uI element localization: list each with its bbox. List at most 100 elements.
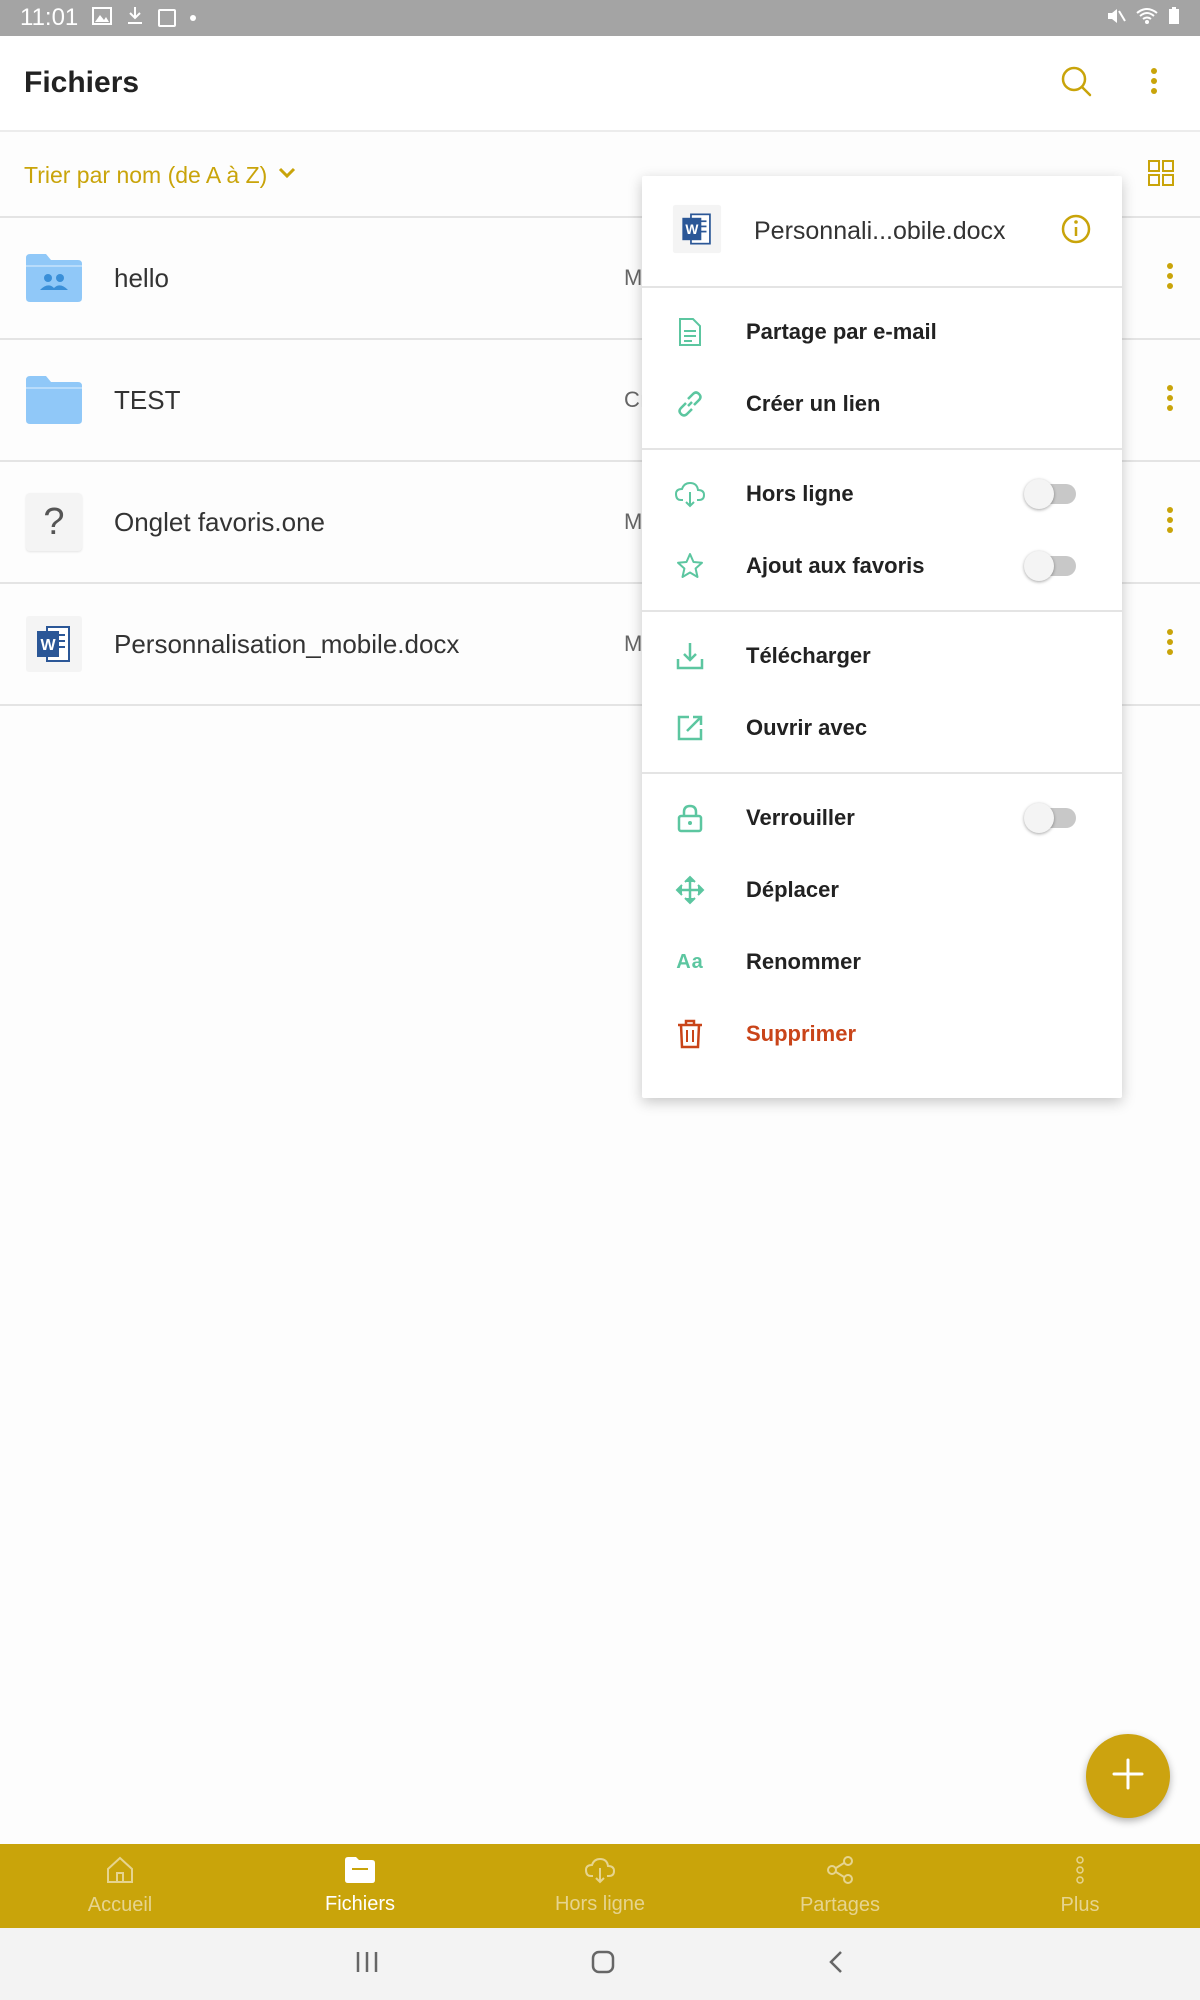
menu-item-delete[interactable]: Supprimer (642, 998, 1122, 1070)
app-notification-icon (158, 9, 177, 27)
lock-toggle[interactable] (1024, 803, 1076, 833)
gallery-notification-icon (92, 4, 113, 32)
menu-item-open-with[interactable]: Ouvrir avec (642, 692, 1122, 764)
app-bar: Fichiers (0, 36, 1200, 132)
file-context-menu: W Personnali...obile.docx Partage par e-… (642, 176, 1122, 1098)
search-icon (1060, 65, 1092, 102)
offline-toggle[interactable] (1024, 479, 1076, 509)
menu-item-offline[interactable]: Hors ligne (642, 458, 1122, 530)
page-title: Fichiers (24, 66, 140, 99)
menu-item-lock[interactable]: Verrouiller (642, 782, 1122, 854)
menu-item-label: Verrouiller (746, 805, 855, 830)
file-meta: M (624, 265, 643, 290)
unknown-file-icon: ? (24, 492, 84, 552)
word-doc-icon: W (672, 204, 722, 259)
nav-item-shares[interactable]: Partages (720, 1844, 960, 1928)
menu-item-label: Hors ligne (746, 481, 854, 506)
menu-item-label: Créer un lien (746, 391, 881, 416)
file-name: hello (114, 262, 169, 293)
add-button[interactable] (1086, 1734, 1170, 1818)
download-icon (674, 640, 706, 672)
menu-item-label: Ouvrir avec (746, 715, 868, 740)
file-name: TEST (114, 384, 181, 415)
rename-glyph: Aa (676, 950, 704, 973)
menu-section-toggles: Hors ligne Ajout aux favoris (642, 450, 1122, 612)
unknown-file-glyph: ? (26, 493, 82, 551)
mute-icon (1106, 4, 1126, 32)
nav-item-more[interactable]: Plus (960, 1844, 1200, 1928)
shared-folder-icon (24, 248, 84, 308)
share-icon (825, 1855, 855, 1890)
status-bar: 11:01 (0, 0, 1200, 36)
menu-item-move[interactable]: Déplacer (642, 854, 1122, 926)
info-icon[interactable] (1060, 213, 1092, 250)
svg-text:W: W (685, 222, 698, 237)
svg-text:W: W (40, 637, 56, 654)
nav-label: Hors ligne (554, 1893, 646, 1915)
menu-item-label: Renommer (746, 949, 861, 974)
notification-icons (92, 4, 197, 32)
more-vertical-icon[interactable] (1166, 506, 1174, 538)
menu-section-manage: Verrouiller Déplacer Aa Renommer Supprim… (642, 774, 1122, 1078)
link-icon (674, 388, 706, 420)
rename-icon: Aa (674, 946, 706, 978)
chevron-down-icon[interactable] (277, 166, 297, 185)
nav-label: Accueil (87, 1894, 153, 1916)
nav-item-home[interactable]: Accueil (0, 1844, 240, 1928)
wifi-icon (1136, 4, 1158, 32)
offline-cloud-icon (584, 1856, 616, 1889)
nav-label: Plus (1060, 1894, 1100, 1916)
menu-section-share: Partage par e-mail Créer un lien (642, 288, 1122, 450)
menu-item-label: Partage par e-mail (746, 319, 937, 344)
bottom-navigation: Accueil Fichiers Hors ligne Partages Plu… (0, 1844, 1200, 1928)
home-button-icon[interactable] (590, 1949, 616, 1980)
menu-item-email-share[interactable]: Partage par e-mail (642, 296, 1122, 368)
menu-section-file-actions: Télécharger Ouvrir avec (642, 612, 1122, 774)
system-navigation-bar (0, 1928, 1200, 2000)
overflow-menu-button[interactable] (1132, 61, 1176, 105)
files-folder-icon (344, 1856, 376, 1889)
star-icon (674, 550, 706, 582)
download-notification-icon (126, 4, 144, 32)
menu-item-label: Supprimer (746, 1021, 857, 1046)
word-doc-icon: W (24, 614, 84, 674)
favorites-toggle[interactable] (1024, 551, 1076, 581)
grid-view-icon[interactable] (1148, 159, 1174, 191)
battery-icon (1168, 4, 1180, 32)
menu-item-label: Ajout aux favoris (746, 553, 925, 578)
file-meta: M (624, 509, 643, 534)
nav-item-files[interactable]: Fichiers (240, 1844, 480, 1928)
menu-header: W Personnali...obile.docx (642, 176, 1122, 288)
plus-icon (1111, 1757, 1145, 1796)
menu-item-rename[interactable]: Aa Renommer (642, 926, 1122, 998)
file-name: Personnalisation_mobile.docx (114, 628, 460, 659)
search-button[interactable] (1054, 61, 1098, 105)
more-vertical-icon (1150, 67, 1158, 99)
more-vertical-icon[interactable] (1166, 384, 1174, 416)
nav-label: Fichiers (324, 1893, 395, 1915)
open-external-icon (674, 712, 706, 744)
cloud-download-icon (674, 478, 706, 510)
file-meta: M (624, 631, 643, 656)
nav-item-offline[interactable]: Hors ligne (480, 1844, 720, 1928)
trash-icon (674, 1018, 706, 1050)
menu-item-label: Déplacer (746, 877, 839, 902)
email-document-icon (674, 316, 706, 348)
status-time: 11:01 (20, 4, 79, 31)
folder-icon (24, 370, 84, 430)
nav-label: Partages (799, 1894, 881, 1916)
more-vertical-icon[interactable] (1166, 628, 1174, 660)
recent-apps-icon[interactable] (354, 1950, 380, 1979)
menu-item-label: Télécharger (746, 643, 871, 668)
menu-item-create-link[interactable]: Créer un lien (642, 368, 1122, 440)
lock-icon (674, 802, 706, 834)
move-icon (674, 874, 706, 906)
more-vertical-icon[interactable] (1166, 262, 1174, 294)
menu-item-download[interactable]: Télécharger (642, 620, 1122, 692)
menu-file-name: Personnali...obile.docx (754, 216, 1006, 245)
back-icon[interactable] (826, 1949, 846, 1980)
sort-dropdown[interactable]: Trier par nom (de A à Z) (24, 162, 267, 189)
file-name: Onglet favoris.one (114, 506, 326, 537)
home-icon (105, 1855, 135, 1890)
menu-item-favorites[interactable]: Ajout aux favoris (642, 530, 1122, 602)
